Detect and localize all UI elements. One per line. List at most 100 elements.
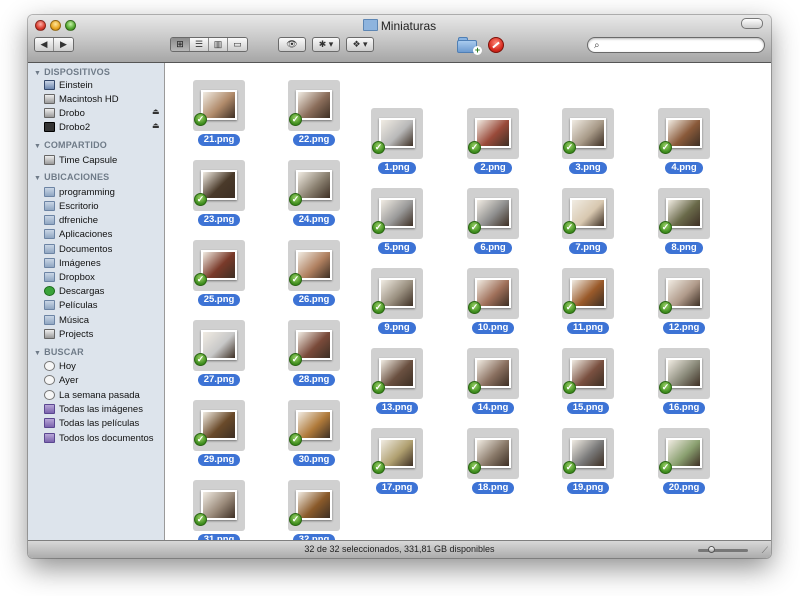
sidebar-item[interactable]: Dropbox: [44, 270, 95, 284]
sidebar-item[interactable]: Hoy: [44, 359, 76, 373]
eject-icon[interactable]: ⏏: [152, 107, 160, 116]
sidebar-item[interactable]: Drobo2: [44, 120, 90, 134]
file-name-label[interactable]: 4.png: [654, 161, 714, 174]
file-icon-item[interactable]: ✓ 5.png: [367, 188, 427, 260]
file-icon-item[interactable]: ✓ 28.png: [284, 320, 344, 392]
sidebar-item[interactable]: Aplicaciones: [44, 227, 112, 241]
image-thumbnail[interactable]: [666, 118, 702, 148]
file-name-label[interactable]: 29.png: [189, 453, 249, 466]
file-name-label[interactable]: 19.png: [558, 481, 618, 494]
file-name-label[interactable]: 3.png: [558, 161, 618, 174]
file-name-label[interactable]: 8.png: [654, 241, 714, 254]
image-thumbnail[interactable]: [296, 490, 332, 520]
file-icon-item[interactable]: ✓ 24.png: [284, 160, 344, 232]
file-name-label[interactable]: 11.png: [558, 321, 618, 334]
image-thumbnail[interactable]: [570, 118, 606, 148]
image-thumbnail[interactable]: [379, 118, 415, 148]
image-thumbnail[interactable]: [475, 118, 511, 148]
file-icon-item[interactable]: ✓ 16.png: [654, 348, 714, 420]
disclosure-triangle-icon[interactable]: ▼: [34, 143, 41, 150]
file-icon-item[interactable]: ✓ 15.png: [558, 348, 618, 420]
sidebar-item[interactable]: Macintosh HD: [44, 92, 119, 106]
dropbox-menu-button[interactable]: ❖ ▾: [346, 37, 374, 52]
file-name-label[interactable]: 23.png: [189, 213, 249, 226]
sidebar-item[interactable]: Todas las películas: [44, 416, 139, 430]
action-menu-button[interactable]: ✱ ▾: [312, 37, 340, 52]
file-icon-item[interactable]: ✓ 19.png: [558, 428, 618, 500]
search-field[interactable]: ⌕: [587, 37, 765, 53]
image-thumbnail[interactable]: [570, 278, 606, 308]
file-name-label[interactable]: 14.png: [463, 401, 523, 414]
file-name-label[interactable]: 32.png: [284, 533, 344, 540]
image-thumbnail[interactable]: [570, 198, 606, 228]
file-icon-item[interactable]: ✓ 8.png: [654, 188, 714, 260]
file-name-label[interactable]: 15.png: [558, 401, 618, 414]
sidebar-item[interactable]: Time Capsule: [44, 153, 117, 167]
file-name-label[interactable]: 5.png: [367, 241, 427, 254]
file-name-label[interactable]: 6.png: [463, 241, 523, 254]
file-icon-item[interactable]: ✓ 22.png: [284, 80, 344, 152]
file-icon-item[interactable]: ✓ 10.png: [463, 268, 523, 340]
image-thumbnail[interactable]: [475, 198, 511, 228]
column-view-button[interactable]: ▥: [209, 38, 228, 51]
file-icon-item[interactable]: ✓ 32.png: [284, 480, 344, 540]
image-thumbnail[interactable]: [296, 330, 332, 360]
file-name-label[interactable]: 18.png: [463, 481, 523, 494]
image-thumbnail[interactable]: [201, 490, 237, 520]
sidebar-item[interactable]: Descargas: [44, 284, 104, 298]
file-icon-item[interactable]: ✓ 18.png: [463, 428, 523, 500]
file-icon-item[interactable]: ✓ 7.png: [558, 188, 618, 260]
file-name-label[interactable]: 7.png: [558, 241, 618, 254]
image-thumbnail[interactable]: [296, 410, 332, 440]
icon-size-slider[interactable]: [698, 546, 748, 553]
image-thumbnail[interactable]: [201, 410, 237, 440]
file-icon-item[interactable]: ✓ 13.png: [367, 348, 427, 420]
image-thumbnail[interactable]: [570, 358, 606, 388]
file-icon-item[interactable]: ✓ 29.png: [189, 400, 249, 472]
image-thumbnail[interactable]: [201, 250, 237, 280]
sidebar-item[interactable]: dfreniche: [44, 213, 98, 227]
icon-view-button[interactable]: ⊞: [171, 38, 190, 51]
file-name-label[interactable]: 1.png: [367, 161, 427, 174]
image-thumbnail[interactable]: [201, 170, 237, 200]
file-icon-item[interactable]: ✓ 14.png: [463, 348, 523, 420]
image-thumbnail[interactable]: [475, 438, 511, 468]
file-icon-item[interactable]: ✓ 1.png: [367, 108, 427, 180]
file-icon-item[interactable]: ✓ 2.png: [463, 108, 523, 180]
toolbar-toggle-button[interactable]: [741, 18, 763, 29]
file-name-label[interactable]: 2.png: [463, 161, 523, 174]
file-name-label[interactable]: 28.png: [284, 373, 344, 386]
new-folder-button[interactable]: +: [457, 36, 482, 55]
file-name-label[interactable]: 24.png: [284, 213, 344, 226]
sidebar-item[interactable]: Einstein: [44, 78, 93, 92]
image-thumbnail[interactable]: [666, 438, 702, 468]
file-icon-item[interactable]: ✓ 30.png: [284, 400, 344, 472]
sidebar-item[interactable]: Música: [44, 313, 89, 327]
sidebar-section-header[interactable]: ▼ UBICACIONES: [34, 172, 109, 182]
file-name-label[interactable]: 31.png: [189, 533, 249, 540]
file-icon-item[interactable]: ✓ 6.png: [463, 188, 523, 260]
file-name-label[interactable]: 27.png: [189, 373, 249, 386]
file-name-label[interactable]: 20.png: [654, 481, 714, 494]
file-icon-item[interactable]: ✓ 3.png: [558, 108, 618, 180]
sidebar-item[interactable]: Imágenes: [44, 256, 101, 270]
sidebar-item[interactable]: La semana pasada: [44, 388, 140, 402]
file-icon-item[interactable]: ✓ 26.png: [284, 240, 344, 312]
file-name-label[interactable]: 12.png: [654, 321, 714, 334]
file-icon-item[interactable]: ✓ 25.png: [189, 240, 249, 312]
sidebar-item[interactable]: programming: [44, 185, 115, 199]
sidebar-item[interactable]: Ayer: [44, 373, 78, 387]
file-name-label[interactable]: 21.png: [189, 133, 249, 146]
image-thumbnail[interactable]: [666, 358, 702, 388]
file-name-label[interactable]: 10.png: [463, 321, 523, 334]
back-button[interactable]: ◀: [35, 38, 54, 51]
image-thumbnail[interactable]: [201, 330, 237, 360]
sidebar-item[interactable]: Drobo: [44, 106, 85, 120]
image-thumbnail[interactable]: [570, 438, 606, 468]
image-thumbnail[interactable]: [379, 358, 415, 388]
disclosure-triangle-icon[interactable]: ▼: [34, 175, 41, 182]
disclosure-triangle-icon[interactable]: ▼: [34, 350, 41, 357]
file-icon-item[interactable]: ✓ 31.png: [189, 480, 249, 540]
file-name-label[interactable]: 17.png: [367, 481, 427, 494]
file-name-label[interactable]: 16.png: [654, 401, 714, 414]
